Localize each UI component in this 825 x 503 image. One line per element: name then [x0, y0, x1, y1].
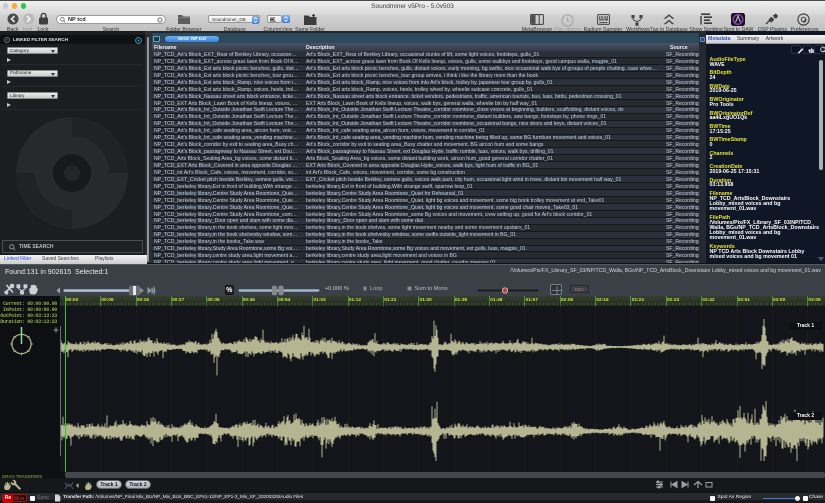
svg-text:?: ? — [5, 38, 7, 42]
